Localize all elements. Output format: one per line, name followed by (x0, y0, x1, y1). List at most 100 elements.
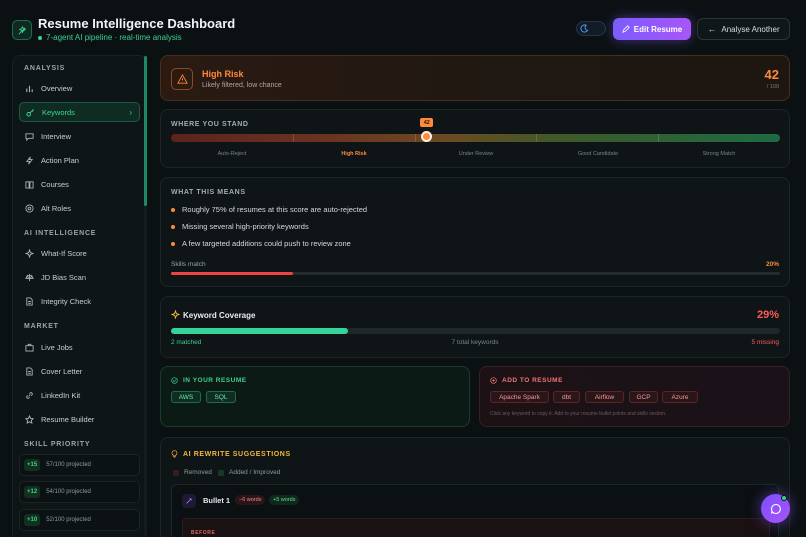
keyword-chip-missing[interactable]: Airflow (585, 391, 624, 403)
sparkle-icon (25, 248, 34, 258)
rewrite-bullet-title: Bullet 1 (203, 496, 231, 505)
skill-priority-item[interactable]: +15 57/100 projected (19, 454, 140, 476)
document-icon (26, 296, 33, 306)
means-title: WHAT THIS MEANS (171, 189, 246, 196)
keyword-chip-missing[interactable]: GCP (629, 391, 658, 403)
app-logo (12, 20, 32, 40)
add-resume-header: ADD TO RESUME (490, 377, 563, 384)
sidebar-item-cover-letter[interactable]: Cover Letter (19, 361, 140, 381)
chat-icon (25, 132, 34, 141)
where-you-stand-card: WHERE YOU STAND 42 Auto-Reject High Risk… (160, 109, 790, 168)
zone-label-under-review: Under Review (458, 151, 494, 157)
sidebar-item-alt-roles[interactable]: Alt Roles (19, 198, 140, 218)
risk-card: High Risk Likely filtered, low chance 42… (160, 55, 790, 101)
online-status-dot (781, 495, 787, 501)
target-icon (25, 203, 34, 213)
risk-score-max: / 100 (766, 84, 779, 90)
sidebar-item-integrity-check[interactable]: Integrity Check (19, 291, 140, 311)
sidebar-section-analysis: ANALYSIS (24, 65, 66, 72)
sparkle-icon (18, 25, 26, 34)
skills-match-label: Skills match (171, 261, 206, 268)
moon-icon (580, 24, 589, 33)
warning-icon (171, 68, 193, 90)
keyword-chip-missing[interactable]: dbt (553, 391, 580, 403)
chat-bubble-icon (770, 503, 781, 514)
in-resume-header: IN YOUR RESUME (171, 377, 247, 384)
legend-removed: Removed (173, 469, 212, 476)
keyword-chip-present[interactable]: AWS (171, 391, 201, 403)
zone-label-auto-reject: Auto-Reject (217, 151, 247, 157)
link-icon (26, 391, 33, 399)
add-resume-hint: Click any keyword to copy it. Add to you… (490, 411, 667, 417)
keyword-coverage-title: Keyword Coverage (183, 311, 256, 320)
arrow-left-icon: ← (707, 24, 717, 34)
words-removed-badge: −6 words (235, 495, 266, 505)
sparkle-icon (171, 310, 180, 319)
lightning-icon (25, 156, 34, 164)
ai-rewrite-header: AI REWRITE SUGGESTIONS (171, 450, 291, 458)
sidebar-item-action-plan[interactable]: Action Plan (19, 150, 140, 170)
score-marker-label: 42 (420, 118, 434, 127)
rewrite-bullet-card[interactable]: Bullet 1 −6 words +5 words BEFORE (171, 484, 779, 537)
theme-toggle[interactable] (576, 21, 606, 36)
sidebar-item-courses[interactable]: Courses (19, 174, 140, 194)
pencil-icon (621, 25, 630, 33)
briefcase-icon (25, 343, 34, 352)
sidebar-section-skill-priority: SKILL PRIORITY (24, 441, 91, 448)
ai-rewrite-card: AI REWRITE SUGGESTIONS Removed Added / I… (160, 437, 790, 537)
sidebar-item-jd-bias-scan[interactable]: JD Bias Scan (19, 267, 140, 287)
add-to-resume-card: ADD TO RESUME Apache Spark dbt Airflow G… (479, 366, 790, 427)
edit-resume-button[interactable]: Edit Resume (613, 18, 691, 40)
means-bullet: A few targeted additions could push to r… (171, 239, 351, 248)
means-bullet: Roughly 75% of resumes at this score are… (171, 205, 367, 214)
keyword-coverage-bar (171, 328, 780, 334)
keyword-coverage-card: Keyword Coverage 29% 2 matched 7 total k… (160, 296, 790, 358)
sidebar-scrollbar-thumb[interactable] (144, 56, 147, 206)
sidebar-item-interview[interactable]: Interview (19, 126, 140, 146)
sidebar-item-linkedin-kit[interactable]: LinkedIn Kit (19, 385, 140, 405)
bar-chart-icon (26, 85, 33, 92)
stand-title: WHERE YOU STAND (171, 121, 249, 128)
before-label: BEFORE (191, 530, 216, 536)
zone-label-good-candidate: Good Candidate (577, 151, 619, 157)
keyword-chip-present[interactable]: SQL (206, 391, 236, 403)
sidebar-item-resume-builder[interactable]: Resume Builder (19, 409, 140, 429)
scale-icon (25, 273, 34, 281)
page-title: Resume Intelligence Dashboard (38, 16, 236, 31)
risk-score: 42 (764, 67, 779, 82)
sidebar-section-market: MARKET (24, 323, 59, 330)
sidebar-item-keywords[interactable]: Keywords › (19, 102, 140, 122)
skill-priority-item[interactable]: +12 54/100 projected (19, 481, 140, 503)
page-subtitle: 7-agent AI pipeline · real-time analysis (38, 33, 182, 42)
skill-priority-item[interactable]: +10 52/100 projected (19, 509, 140, 531)
sidebar: ANALYSIS Overview Keywords › Interview A… (12, 55, 147, 537)
sidebar-item-live-jobs[interactable]: Live Jobs (19, 337, 140, 357)
skills-match-fill (171, 272, 293, 275)
skills-match-value: 20% (765, 261, 779, 268)
star-icon (25, 414, 34, 424)
sidebar-item-what-if-score[interactable]: What-If Score (19, 243, 140, 263)
key-icon (26, 108, 34, 117)
before-text-box: BEFORE (182, 518, 770, 537)
skills-match-bar (171, 272, 780, 275)
sidebar-item-overview[interactable]: Overview (19, 78, 140, 98)
chevron-right-icon: › (129, 107, 132, 117)
analyse-another-button[interactable]: ← Analyse Another (697, 18, 790, 40)
risk-subtitle: Likely filtered, low chance (202, 82, 282, 89)
document-icon (26, 366, 33, 376)
wand-icon (182, 494, 196, 508)
words-added-badge: +5 words (269, 495, 300, 505)
keywords-total: 7 total keywords (451, 339, 499, 346)
plus-circle-icon (490, 377, 497, 384)
keywords-missing: 5 missing (751, 339, 779, 346)
means-bullet: Missing several high-priority keywords (171, 222, 309, 231)
what-this-means-card: WHAT THIS MEANS Roughly 75% of resumes a… (160, 177, 790, 287)
score-track (171, 134, 780, 142)
zone-label-strong-match: Strong Match (702, 151, 736, 157)
keyword-coverage-fill (171, 328, 348, 334)
keyword-chip-missing[interactable]: Apache Spark (490, 391, 549, 403)
lightbulb-icon (171, 450, 178, 458)
in-your-resume-card: IN YOUR RESUME AWS SQL (160, 366, 470, 427)
keyword-chip-missing[interactable]: Azure (662, 391, 698, 403)
book-icon (25, 180, 34, 189)
